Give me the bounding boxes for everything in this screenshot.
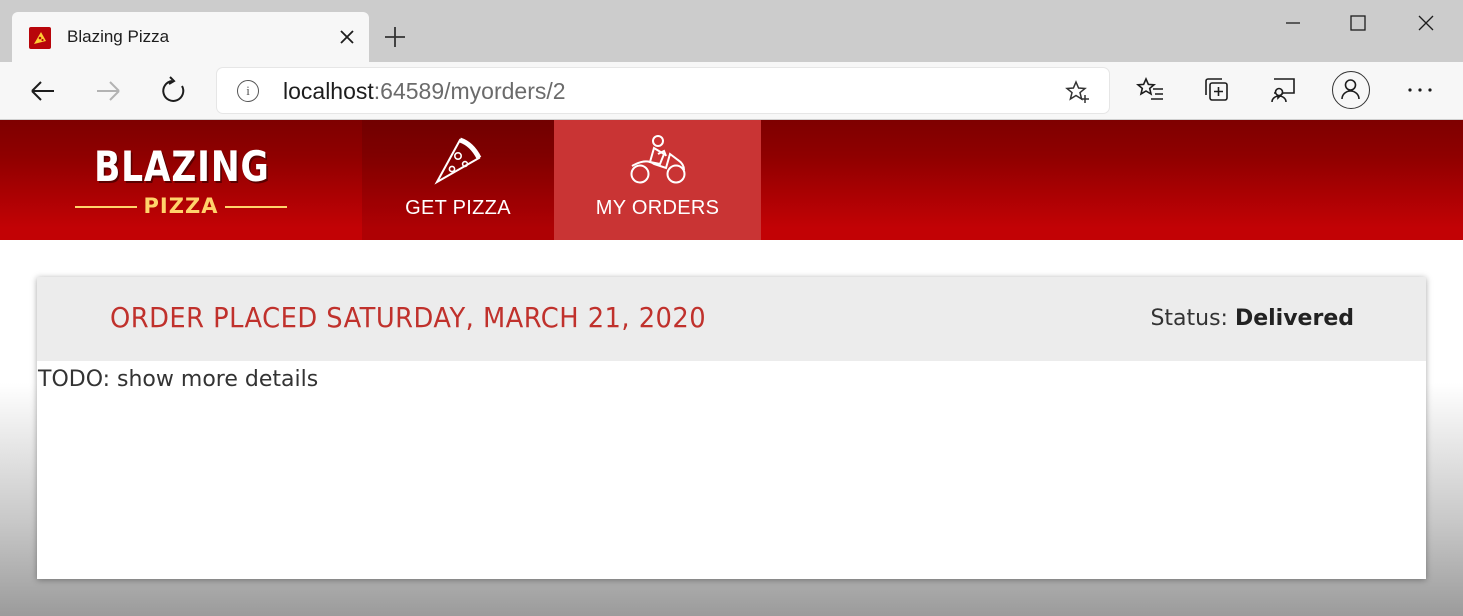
tab-title: Blazing Pizza	[67, 27, 170, 46]
blazing-pizza-logo[interactable]: BLAZING PIZZA	[75, 142, 287, 222]
pizza-slice-icon	[432, 134, 484, 190]
maximize-icon[interactable]	[1335, 10, 1381, 36]
logo-line-right	[225, 206, 287, 208]
nav-my-orders-label: MY ORDERS	[595, 197, 720, 219]
browser-toolbar: i localhost:64589/myorders/2	[0, 62, 1463, 120]
close-window-icon[interactable]	[1403, 10, 1449, 36]
url-path: :64589/myorders/2	[373, 78, 566, 104]
minimize-icon[interactable]	[1270, 10, 1316, 36]
feedback-icon[interactable]	[1268, 75, 1298, 105]
reload-icon[interactable]	[157, 74, 191, 108]
collections-icon[interactable]	[1202, 75, 1232, 105]
arrow-left-icon[interactable]	[26, 74, 60, 108]
site-header: BLAZING PIZZA GET PIZZA MY ORDERS	[0, 120, 1463, 240]
status-label: Status:	[1150, 306, 1235, 331]
plus-icon[interactable]	[382, 24, 408, 50]
favorites-icon[interactable]	[1135, 75, 1166, 105]
nav-my-orders[interactable]: MY ORDERS	[554, 120, 761, 240]
info-icon[interactable]: i	[237, 80, 259, 102]
browser-tab[interactable]: Blazing Pizza	[12, 12, 369, 62]
url-text[interactable]: localhost:64589/myorders/2	[283, 78, 566, 105]
order-details-text: TODO: show more details	[38, 367, 319, 392]
order-card: ORDER PLACED SATURDAY, MARCH 21, 2020 St…	[37, 277, 1426, 579]
order-status: Status: Delivered	[1150, 306, 1354, 331]
nav-get-pizza[interactable]: GET PIZZA	[362, 120, 554, 240]
motorbike-icon	[628, 134, 688, 190]
url-host: localhost	[283, 78, 374, 104]
arrow-right-icon[interactable]	[91, 74, 125, 108]
status-value: Delivered	[1234, 306, 1354, 331]
browser-titlebar: Blazing Pizza	[0, 0, 1463, 62]
more-icon[interactable]	[1405, 75, 1435, 105]
order-title: ORDER PLACED SATURDAY, MARCH 21, 2020	[110, 301, 707, 334]
profile-icon[interactable]	[1332, 71, 1370, 109]
logo-title: BLAZING	[94, 142, 270, 191]
order-header: ORDER PLACED SATURDAY, MARCH 21, 2020 St…	[37, 277, 1426, 361]
pizza-slice-icon	[29, 27, 51, 49]
close-icon[interactable]	[337, 27, 357, 47]
star-plus-icon[interactable]	[1065, 79, 1091, 105]
nav-get-pizza-label: GET PIZZA	[405, 197, 511, 219]
address-bar[interactable]: i localhost:64589/myorders/2	[217, 68, 1109, 113]
